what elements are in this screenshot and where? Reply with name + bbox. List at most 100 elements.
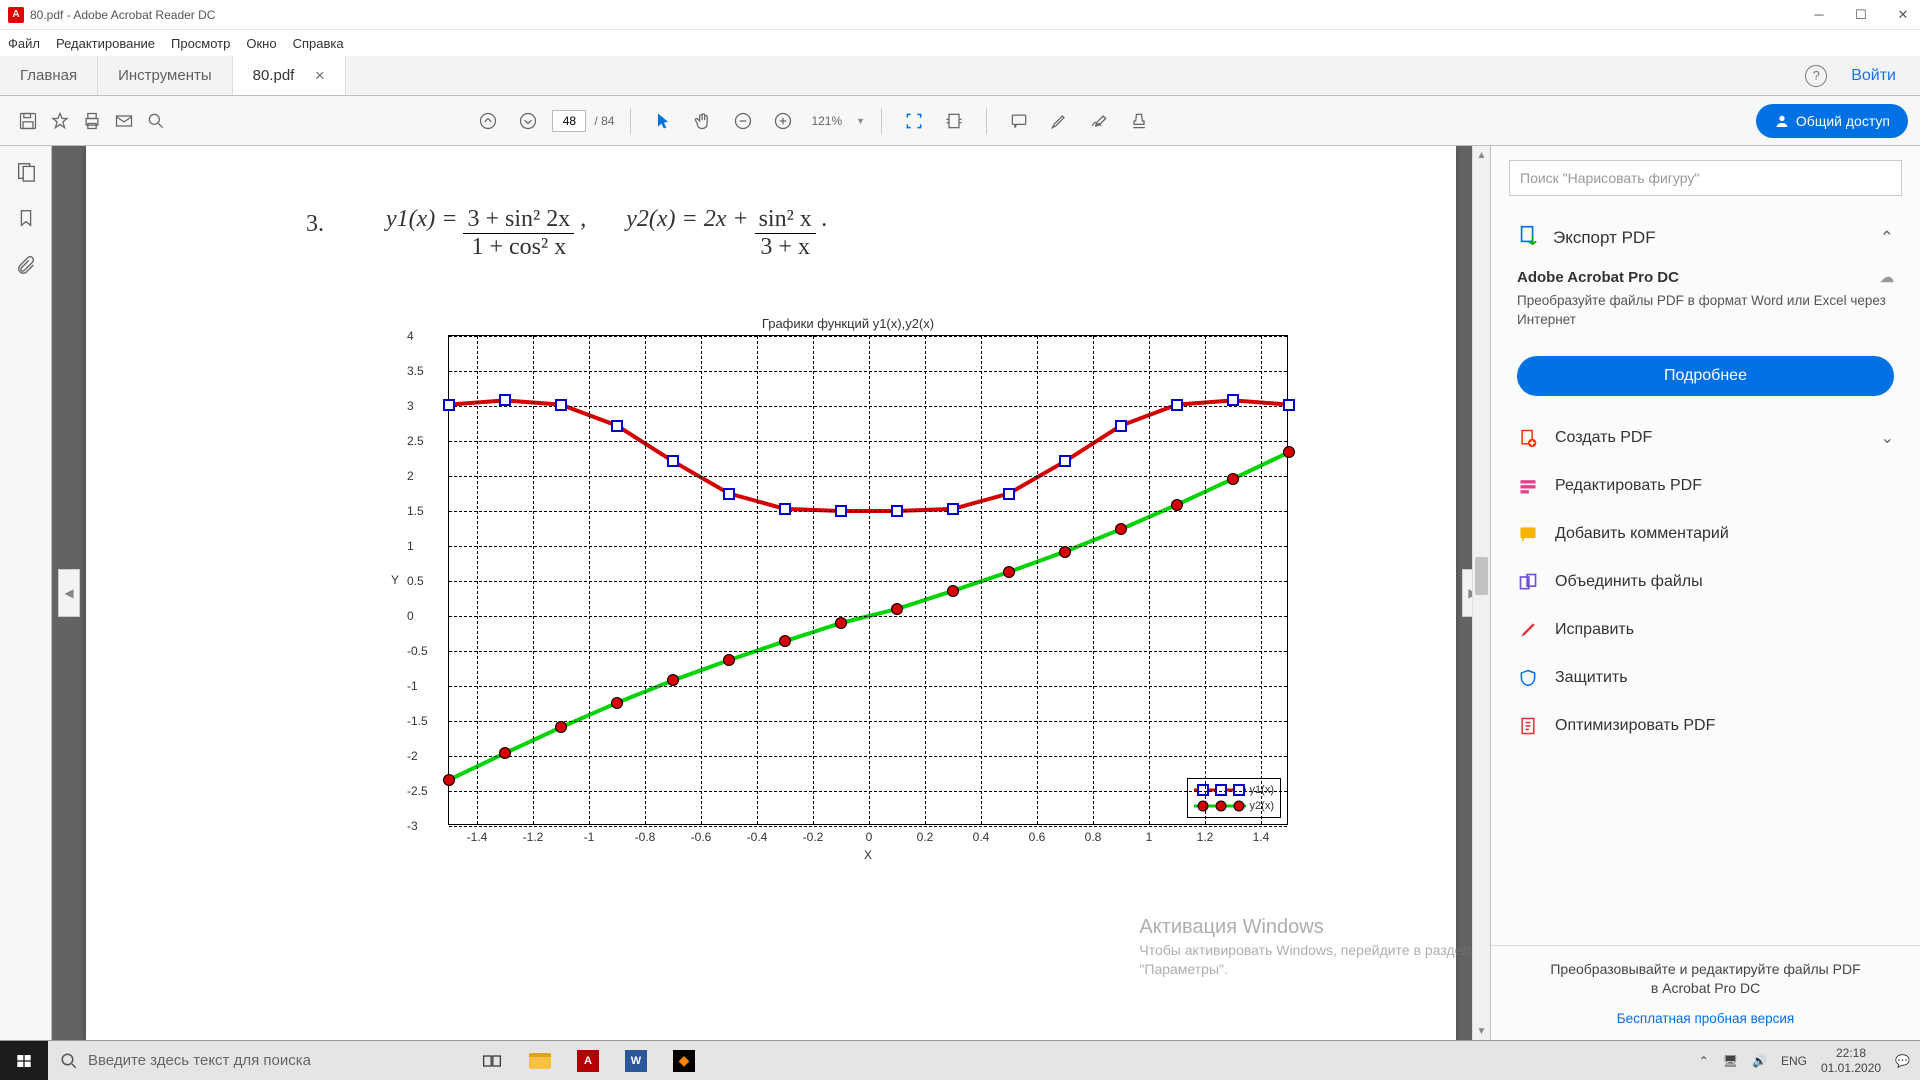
tab-home[interactable]: Главная — [0, 56, 98, 95]
signin-link[interactable]: Войти — [1851, 67, 1896, 85]
file-explorer-icon[interactable] — [516, 1041, 564, 1080]
window-titlebar: A 80.pdf - Adobe Acrobat Reader DC ─ ☐ ✕ — [0, 0, 1920, 30]
save-icon[interactable] — [12, 105, 44, 137]
tool-icon — [1517, 572, 1539, 592]
app-taskbar-icon[interactable]: ◆ — [660, 1041, 708, 1080]
free-trial-link[interactable]: Бесплатная пробная версия — [1517, 1011, 1894, 1026]
fit-page-icon[interactable] — [938, 105, 970, 137]
page-down-icon[interactable] — [512, 105, 544, 137]
main-toolbar: / 84 121% ▼ Общий доступ — [0, 96, 1920, 146]
tools-search-input[interactable]: Поиск "Нарисовать фигуру" — [1509, 160, 1902, 196]
tool-row-5[interactable]: Защитить — [1491, 654, 1920, 702]
page-number-input[interactable] — [552, 110, 586, 132]
formula-block: 3. y1(x) = 3 + sin² 2x1 + cos² x , y2(x)… — [386, 206, 828, 261]
menu-help[interactable]: Справка — [293, 36, 344, 51]
scroll-down-icon[interactable]: ▼ — [1473, 1022, 1490, 1040]
search-icon[interactable] — [140, 105, 172, 137]
share-button[interactable]: Общий доступ — [1756, 104, 1908, 138]
chart: Графики функций y1(x),y2(x) y1(x) y2(x) … — [398, 316, 1298, 876]
scroll-thumb[interactable] — [1475, 557, 1488, 595]
item-number: 3. — [306, 211, 324, 238]
left-sidebar — [0, 146, 52, 1040]
menu-edit[interactable]: Редактирование — [56, 36, 155, 51]
word-taskbar-icon[interactable]: W — [612, 1041, 660, 1080]
tool-icon — [1517, 620, 1539, 640]
convert-promo: Преобразовывайте и редактируйте файлы PD… — [1491, 945, 1920, 1040]
page-total: / 84 — [594, 114, 614, 128]
acrobat-taskbar-icon[interactable]: A — [564, 1041, 612, 1080]
tab-tools[interactable]: Инструменты — [98, 56, 233, 95]
prev-page-caret[interactable]: ◀ — [58, 569, 80, 617]
star-icon[interactable] — [44, 105, 76, 137]
print-icon[interactable] — [76, 105, 108, 137]
cloud-icon: ☁ — [1880, 269, 1894, 286]
tool-icon — [1517, 476, 1539, 496]
tabbar: Главная Инструменты 80.pdf ✕ ? Войти — [0, 56, 1920, 96]
menu-file[interactable]: Файл — [8, 36, 40, 51]
hand-icon[interactable] — [687, 105, 719, 137]
zoom-in-icon[interactable] — [767, 105, 799, 137]
search-icon — [60, 1052, 78, 1070]
zoom-out-icon[interactable] — [727, 105, 759, 137]
page-up-icon[interactable] — [472, 105, 504, 137]
tray-clock[interactable]: 22:1801.01.2020 — [1821, 1046, 1881, 1075]
chevron-up-icon: ⌃ — [1880, 228, 1894, 248]
tray-language[interactable]: ENG — [1781, 1054, 1807, 1068]
minimize-button[interactable]: ─ — [1810, 6, 1828, 24]
task-view-icon[interactable] — [468, 1041, 516, 1080]
separator — [630, 108, 631, 134]
close-button[interactable]: ✕ — [1894, 6, 1912, 24]
menu-window[interactable]: Окно — [246, 36, 276, 51]
tool-row-1[interactable]: Редактировать PDF — [1491, 462, 1920, 510]
tool-row-3[interactable]: Объединить файлы — [1491, 558, 1920, 606]
chart-ylabel: Y — [391, 573, 399, 587]
stamp-icon[interactable] — [1123, 105, 1155, 137]
share-button-label: Общий доступ — [1796, 113, 1890, 129]
comment-icon[interactable] — [1003, 105, 1035, 137]
help-icon[interactable]: ? — [1805, 65, 1827, 87]
highlight-icon[interactable] — [1043, 105, 1075, 137]
start-button[interactable] — [0, 1041, 48, 1080]
bookmark-icon[interactable] — [15, 207, 37, 232]
menu-view[interactable]: Просмотр — [171, 36, 230, 51]
separator — [986, 108, 987, 134]
tool-row-2[interactable]: Добавить комментарий — [1491, 510, 1920, 558]
thumbnails-icon[interactable] — [15, 160, 37, 185]
tray-notifications-icon[interactable]: 💬 — [1895, 1054, 1910, 1068]
chart-xlabel: X — [864, 848, 872, 862]
tab-document[interactable]: 80.pdf ✕ — [233, 56, 347, 95]
export-pdf-header[interactable]: Экспорт PDF ⌃ — [1491, 210, 1920, 265]
chevron-down-icon: ⌄ — [1881, 428, 1894, 448]
fit-width-icon[interactable] — [898, 105, 930, 137]
zoom-value: 121% — [811, 114, 842, 128]
mail-icon[interactable] — [108, 105, 140, 137]
tool-row-6[interactable]: Оптимизировать PDF — [1491, 702, 1920, 750]
chart-title: Графики функций y1(x),y2(x) — [398, 316, 1298, 331]
tool-row-0[interactable]: Создать PDF⌄ — [1491, 414, 1920, 462]
menubar: Файл Редактирование Просмотр Окно Справк… — [0, 30, 1920, 56]
tab-document-label: 80.pdf — [253, 67, 295, 84]
tool-row-4[interactable]: Исправить — [1491, 606, 1920, 654]
sign-icon[interactable] — [1083, 105, 1115, 137]
tray-network-icon[interactable]: 🖥 — [1723, 1054, 1738, 1068]
taskbar-search[interactable]: Введите здесь текст для поиска — [48, 1041, 468, 1080]
tab-close-icon[interactable]: ✕ — [314, 68, 325, 84]
tray-chevron-icon[interactable]: ⌃ — [1699, 1054, 1709, 1068]
export-title: Adobe Acrobat Pro DC — [1517, 269, 1679, 286]
attachment-icon[interactable] — [15, 254, 37, 279]
tool-icon — [1517, 668, 1539, 688]
windows-taskbar: Введите здесь текст для поиска A W ◆ ⌃ 🖥… — [0, 1040, 1920, 1080]
separator — [881, 108, 882, 134]
tray-volume-icon[interactable]: 🔊 — [1752, 1054, 1767, 1068]
tool-icon — [1517, 428, 1539, 448]
windows-activation-watermark: Активация Windows Чтобы активировать Win… — [1139, 913, 1470, 980]
document-viewport[interactable]: ◀ 3. y1(x) = 3 + sin² 2x1 + cos² x , y2(… — [52, 146, 1490, 1040]
chart-plot-area: y1(x) y2(x) X Y -3-2.5-2-1.5-1-0.500.511… — [448, 335, 1288, 825]
cursor-icon[interactable] — [647, 105, 679, 137]
maximize-button[interactable]: ☐ — [1852, 6, 1870, 24]
scroll-up-icon[interactable]: ▲ — [1473, 146, 1490, 164]
more-button[interactable]: Подробнее — [1517, 356, 1894, 396]
tools-panel: Поиск "Нарисовать фигуру" Экспорт PDF ⌃ … — [1490, 146, 1920, 1040]
vertical-scrollbar[interactable]: ▲ ▼ — [1472, 146, 1490, 1040]
zoom-dropdown-icon[interactable]: ▼ — [856, 116, 865, 126]
